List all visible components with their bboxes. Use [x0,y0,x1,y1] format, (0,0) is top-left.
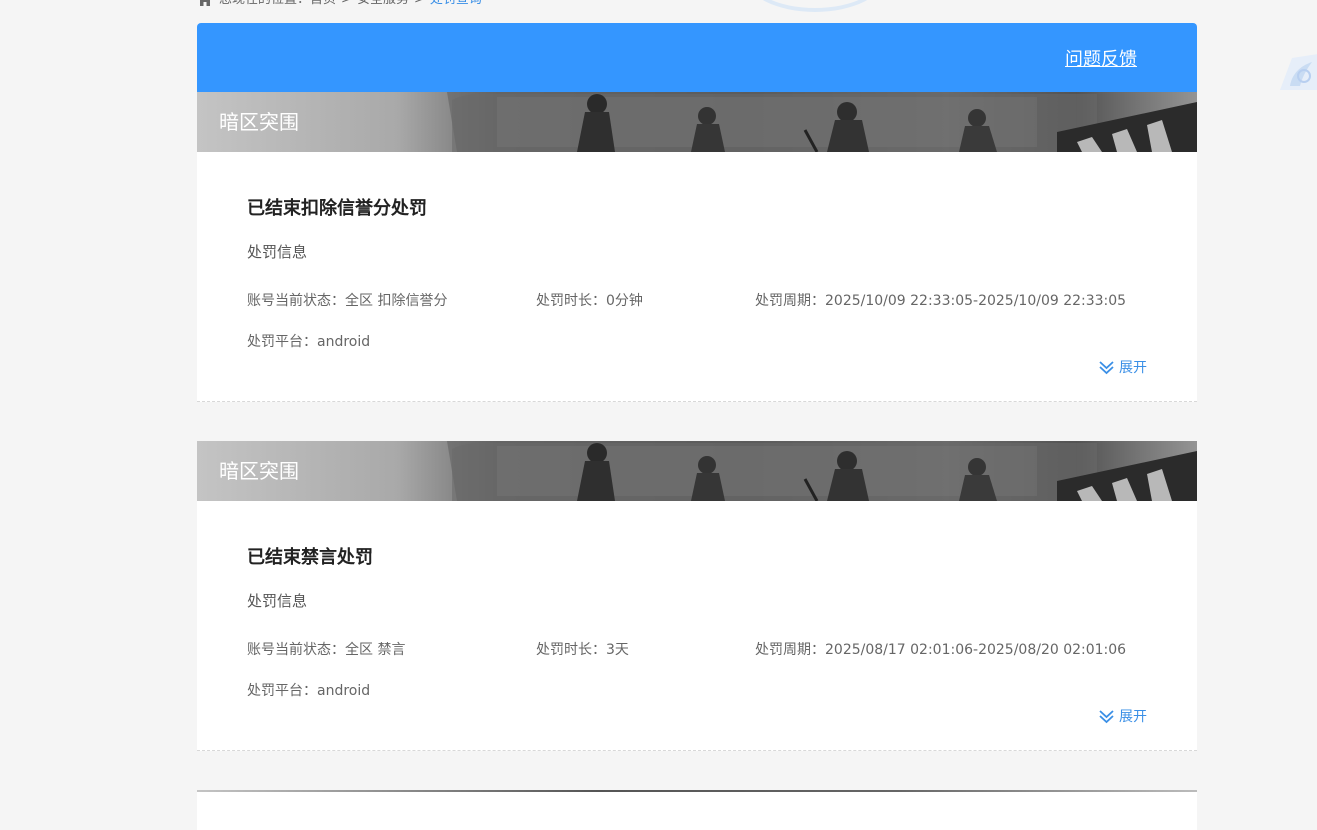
breadcrumb-home[interactable]: 首页 [310,0,336,8]
account-status: 账号当前状态：全区 禁言 [247,642,406,658]
breadcrumb-section[interactable]: 安全服务 [357,0,409,8]
penalty-record [197,790,1197,830]
account-status: 账号当前状态：全区 扣除信誉分 [247,293,448,309]
expand-label: 展开 [1119,360,1147,376]
double-chevron-down-icon [1099,360,1114,374]
penalty-record: 暗区突围 已结束扣除信誉分处罚 处罚信息 账号当前状态：全区 扣除信誉分 处罚时… [197,92,1197,402]
game-title: 暗区突围 [219,459,299,483]
feedback-link[interactable]: 问题反馈 [1065,45,1137,71]
game-banner [197,790,1197,792]
game-banner: 暗区突围 [197,441,1197,501]
breadcrumb-separator: > [414,0,425,8]
penalty-platform: 处罚平台：android [247,683,371,699]
breadcrumb: 您现在的位置： 首页 > 安全服务 > 处罚查询 [197,0,482,8]
breadcrumb-separator: > [341,0,352,8]
game-banner: 暗区突围 [197,92,1197,152]
game-title: 暗区突围 [219,110,299,134]
penalty-record: 暗区突围 已结束禁言处罚 处罚信息 账号当前状态：全区 禁言 处罚时长：3天 处… [197,441,1197,751]
penalty-duration: 处罚时长：0分钟 [536,293,643,309]
penalty-duration: 处罚时长：3天 [536,642,629,658]
expand-label: 展开 [1119,709,1147,725]
header-bar: 问题反馈 [197,23,1197,92]
background-decoration [745,0,885,12]
side-decoration-icon [1280,54,1317,90]
breadcrumb-prefix: 您现在的位置： [219,0,310,8]
penalty-status-title: 已结束扣除信誉分处罚 [247,198,427,219]
penalty-status-title: 已结束禁言处罚 [247,547,373,568]
home-icon[interactable] [197,0,213,8]
penalty-platform: 处罚平台：android [247,334,371,350]
breadcrumb-current: 处罚查询 [430,0,482,8]
expand-button[interactable]: 展开 [1098,706,1147,726]
penalty-period: 处罚周期：2025/08/17 02:01:06-2025/08/20 02:0… [755,642,1127,658]
penalty-info-label: 处罚信息 [247,243,308,261]
penalty-period: 处罚周期：2025/10/09 22:33:05-2025/10/09 22:3… [755,293,1127,309]
double-chevron-down-icon [1099,709,1114,723]
expand-button[interactable]: 展开 [1098,357,1147,377]
banner-soldiers-image [447,441,1197,501]
penalty-info-label: 处罚信息 [247,592,308,610]
banner-soldiers-image [447,92,1197,152]
